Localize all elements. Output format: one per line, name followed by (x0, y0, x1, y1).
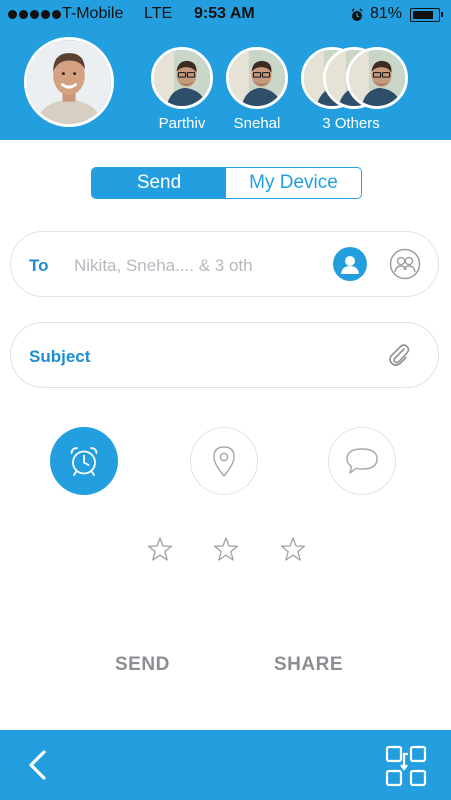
battery-percentage: 81% (370, 5, 403, 22)
back-chevron-icon[interactable] (24, 748, 52, 782)
recipient-label: Parthiv (158, 115, 206, 132)
share-button[interactable]: SHARE (274, 654, 343, 676)
carrier-name: T-Mobile (62, 5, 124, 22)
group-icon (389, 248, 421, 280)
segmented-control: Send My Device (91, 167, 362, 199)
star-icon[interactable] (280, 536, 306, 562)
profile-avatar[interactable] (24, 37, 114, 127)
location-pin-icon (213, 446, 235, 478)
add-group-button[interactable] (389, 248, 421, 280)
signal-strength-icon (8, 10, 61, 19)
recipient-avatar-others[interactable] (346, 47, 408, 109)
person-icon (341, 256, 359, 274)
add-person-button[interactable] (333, 247, 367, 281)
status-time: 9:53 AM (194, 5, 255, 22)
segment-send[interactable]: Send (92, 168, 226, 198)
recipient-avatar-snehal[interactable] (226, 47, 288, 109)
send-button[interactable]: SEND (115, 654, 170, 676)
chat-bubble-icon (346, 448, 378, 474)
subject-field[interactable]: Subject (10, 322, 439, 388)
recipient-label: 3 Others (322, 115, 380, 132)
paperclip-icon[interactable] (385, 341, 413, 369)
location-button[interactable] (190, 427, 258, 495)
network-type: LTE (144, 5, 173, 22)
battery-icon (410, 8, 443, 22)
segment-my-device[interactable]: My Device (226, 168, 361, 198)
comment-button[interactable] (328, 427, 396, 495)
swap-icon[interactable] (384, 744, 428, 788)
recipient-avatar-parthiv[interactable] (151, 47, 213, 109)
header: T-Mobile LTE 9:53 AM 81% Parthiv Snehal … (0, 0, 451, 140)
to-field[interactable]: To Nikita, Sneha.... & 3 oth (10, 231, 439, 297)
to-input[interactable]: Nikita, Sneha.... & 3 oth (74, 256, 253, 276)
status-bar: T-Mobile LTE 9:53 AM 81% (0, 0, 451, 30)
alarm-status-icon (351, 8, 363, 21)
alarm-button[interactable] (50, 427, 118, 495)
subject-label: Subject (29, 347, 91, 366)
to-label: To (29, 256, 49, 275)
bottom-bar (0, 730, 451, 800)
star-icon[interactable] (213, 536, 239, 562)
alarm-clock-icon (70, 447, 98, 476)
star-icon[interactable] (147, 536, 173, 562)
recipient-label: Snehal (233, 115, 281, 132)
